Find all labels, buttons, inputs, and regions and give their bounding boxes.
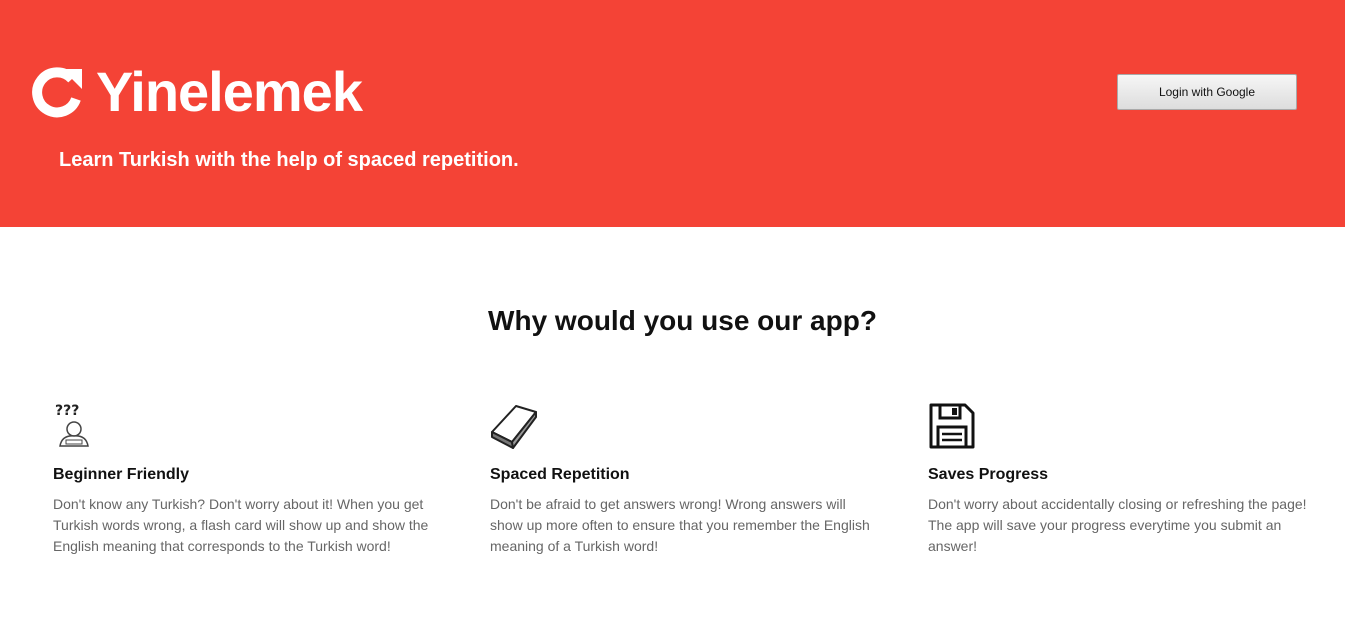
hero-banner: Yinelemek Learn Turkish with the help of… [0,0,1345,227]
book-icon [491,405,537,449]
floppy-disk-icon [929,403,975,449]
feature-description: Don't be afraid to get answers wrong! Wr… [490,496,870,554]
feature-title: Spaced Repetition [490,466,630,483]
app-name: Yinelemek [96,60,363,123]
logo: Yinelemek [32,60,363,124]
confused-person-icon: ??? [55,403,89,447]
login-with-google-button[interactable]: Login with Google [1117,74,1297,110]
feature-title: Beginner Friendly [53,466,190,483]
refresh-icon [32,67,82,118]
svg-text:???: ??? [55,403,79,419]
feature-description: Don't know any Turkish? Don't worry abou… [53,496,429,554]
feature-saves-progress: Saves Progress Don't worry about acciden… [928,402,1318,554]
feature-description: Don't worry about accidentally closing o… [928,496,1307,554]
tagline: Learn Turkish with the help of spaced re… [59,149,519,171]
feature-title: Saves Progress [928,466,1049,483]
feature-spaced-repetition: Spaced Repetition Don't be afraid to get… [490,402,880,554]
feature-beginner-friendly: ??? Beginner Friendly Don't know any Tur… [53,402,443,554]
section-title: Why would you use our app? [488,305,877,337]
